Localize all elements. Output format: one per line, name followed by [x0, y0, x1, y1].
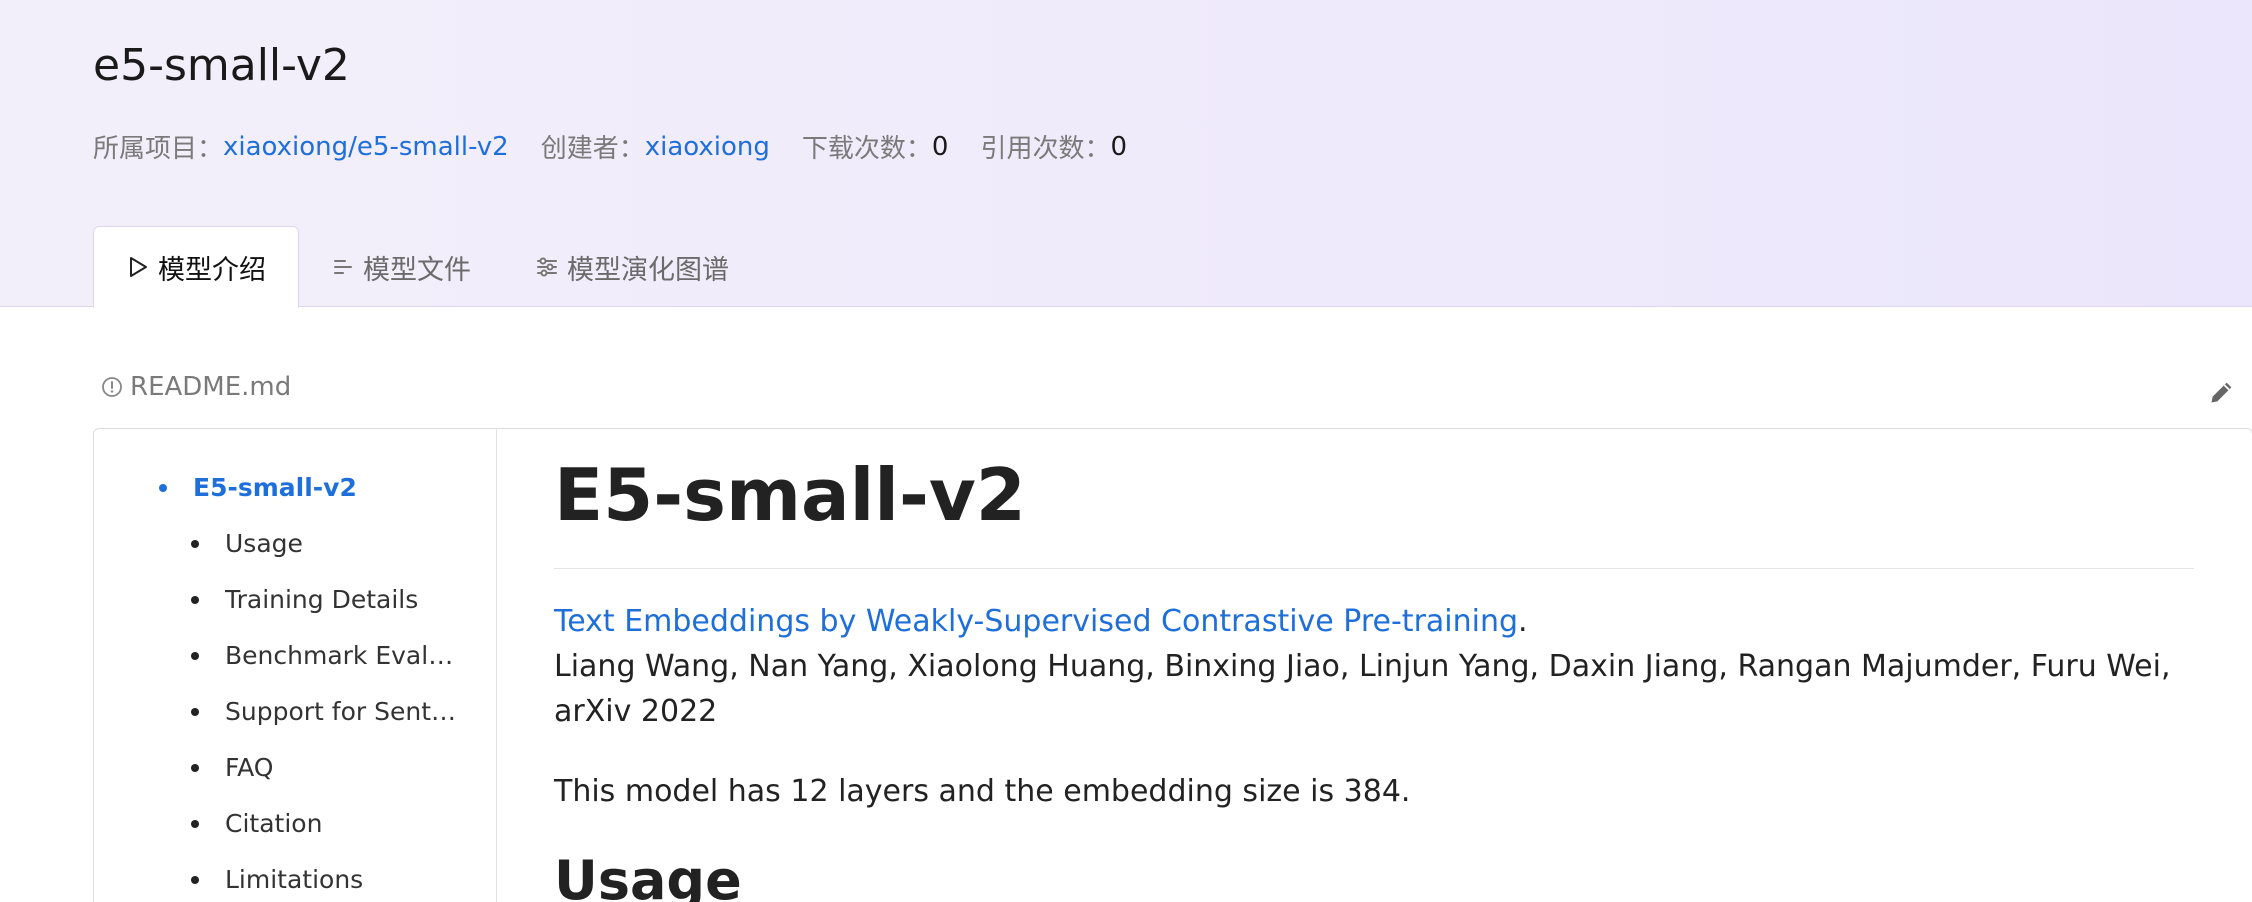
toc-item-citation[interactable]: Citation: [191, 809, 322, 838]
pencil-icon[interactable]: [2208, 378, 2236, 406]
citations-count: 0: [1110, 131, 1128, 162]
toc-item-label: Support for Sentence Transformers: [225, 697, 461, 726]
paper-link[interactable]: Text Embeddings by Weakly-Supervised Con…: [554, 604, 1518, 639]
tab-model-intro[interactable]: 模型介绍: [93, 226, 299, 308]
toc-item-faq[interactable]: FAQ: [191, 753, 273, 782]
bullet-icon: [191, 875, 199, 884]
model-title: e5-small-v2: [93, 40, 350, 91]
tab-model-evolution[interactable]: 模型演化图谱: [503, 226, 761, 308]
toc-item-limitations[interactable]: Limitations: [191, 865, 363, 894]
toc-item-usage[interactable]: Usage: [191, 529, 303, 558]
paper-authors: Liang Wang, Nan Yang, Xiaolong Huang, Bi…: [554, 649, 2171, 729]
tab-label: 模型介绍: [158, 254, 266, 286]
bullet-icon: [191, 819, 199, 828]
toc-item-label: E5-small-v2: [193, 473, 357, 502]
project-label: 所属项目：: [93, 134, 224, 164]
sliders-icon: [537, 257, 557, 277]
toc-item-sentence-transformers[interactable]: Support for Sentence Transformers: [191, 697, 461, 726]
model-info-text: This model has 12 layers and the embeddi…: [554, 774, 1411, 809]
bullet-icon: [191, 651, 199, 660]
toc-item-label: Benchmark Evaluation: [225, 641, 461, 670]
readme-heading: E5-small-v2: [554, 453, 1026, 537]
toc-item-main[interactable]: E5-small-v2: [159, 473, 357, 502]
toc-item-label: Usage: [225, 529, 303, 558]
downloads-count: 0: [931, 131, 949, 162]
bullet-icon: [191, 595, 199, 604]
tab-label: 模型文件: [363, 254, 471, 286]
citations-label: 引用次数：: [980, 134, 1111, 164]
model-meta: 所属项目： xiaoxiong/e5-small-v2 创建者： xiaoxio…: [93, 128, 1159, 165]
tab-model-files[interactable]: 模型文件: [299, 226, 503, 308]
paper-suffix: .: [1518, 604, 1528, 639]
table-of-contents: E5-small-v2 Usage Training Details Bench…: [94, 429, 497, 902]
bullet-icon: [191, 763, 199, 772]
readme-panel: E5-small-v2 Usage Training Details Bench…: [93, 428, 2252, 902]
readme-filename: README.md: [130, 372, 292, 402]
creator-label: 创建者：: [540, 134, 645, 164]
toc-item-benchmark[interactable]: Benchmark Evaluation: [191, 641, 461, 670]
divider: [554, 568, 2194, 569]
bullet-icon: [159, 483, 167, 492]
play-outline-icon: [130, 257, 147, 277]
file-lines-icon: [334, 260, 352, 274]
project-link[interactable]: xiaoxiong/e5-small-v2: [223, 132, 509, 162]
bullet-icon: [191, 539, 199, 548]
page-header: e5-small-v2 所属项目： xiaoxiong/e5-small-v2 …: [0, 0, 2252, 308]
toc-item-training-details[interactable]: Training Details: [191, 585, 418, 614]
model-tabs: 模型介绍 模型文件 模型演化图谱: [93, 226, 761, 308]
info-circle-icon: [102, 377, 122, 397]
creator-link[interactable]: xiaoxiong: [645, 132, 770, 162]
readme-bar: README.md: [100, 372, 291, 402]
downloads-label: 下载次数：: [801, 134, 932, 164]
paper-citation: Text Embeddings by Weakly-Supervised Con…: [554, 599, 2194, 734]
usage-heading: Usage: [554, 849, 742, 902]
toc-item-label: FAQ: [225, 753, 274, 782]
toc-item-label: Limitations: [225, 865, 364, 894]
toc-item-label: Citation: [225, 809, 323, 838]
bullet-icon: [191, 707, 199, 716]
tab-label: 模型演化图谱: [567, 254, 729, 286]
toc-item-label: Training Details: [225, 585, 419, 614]
